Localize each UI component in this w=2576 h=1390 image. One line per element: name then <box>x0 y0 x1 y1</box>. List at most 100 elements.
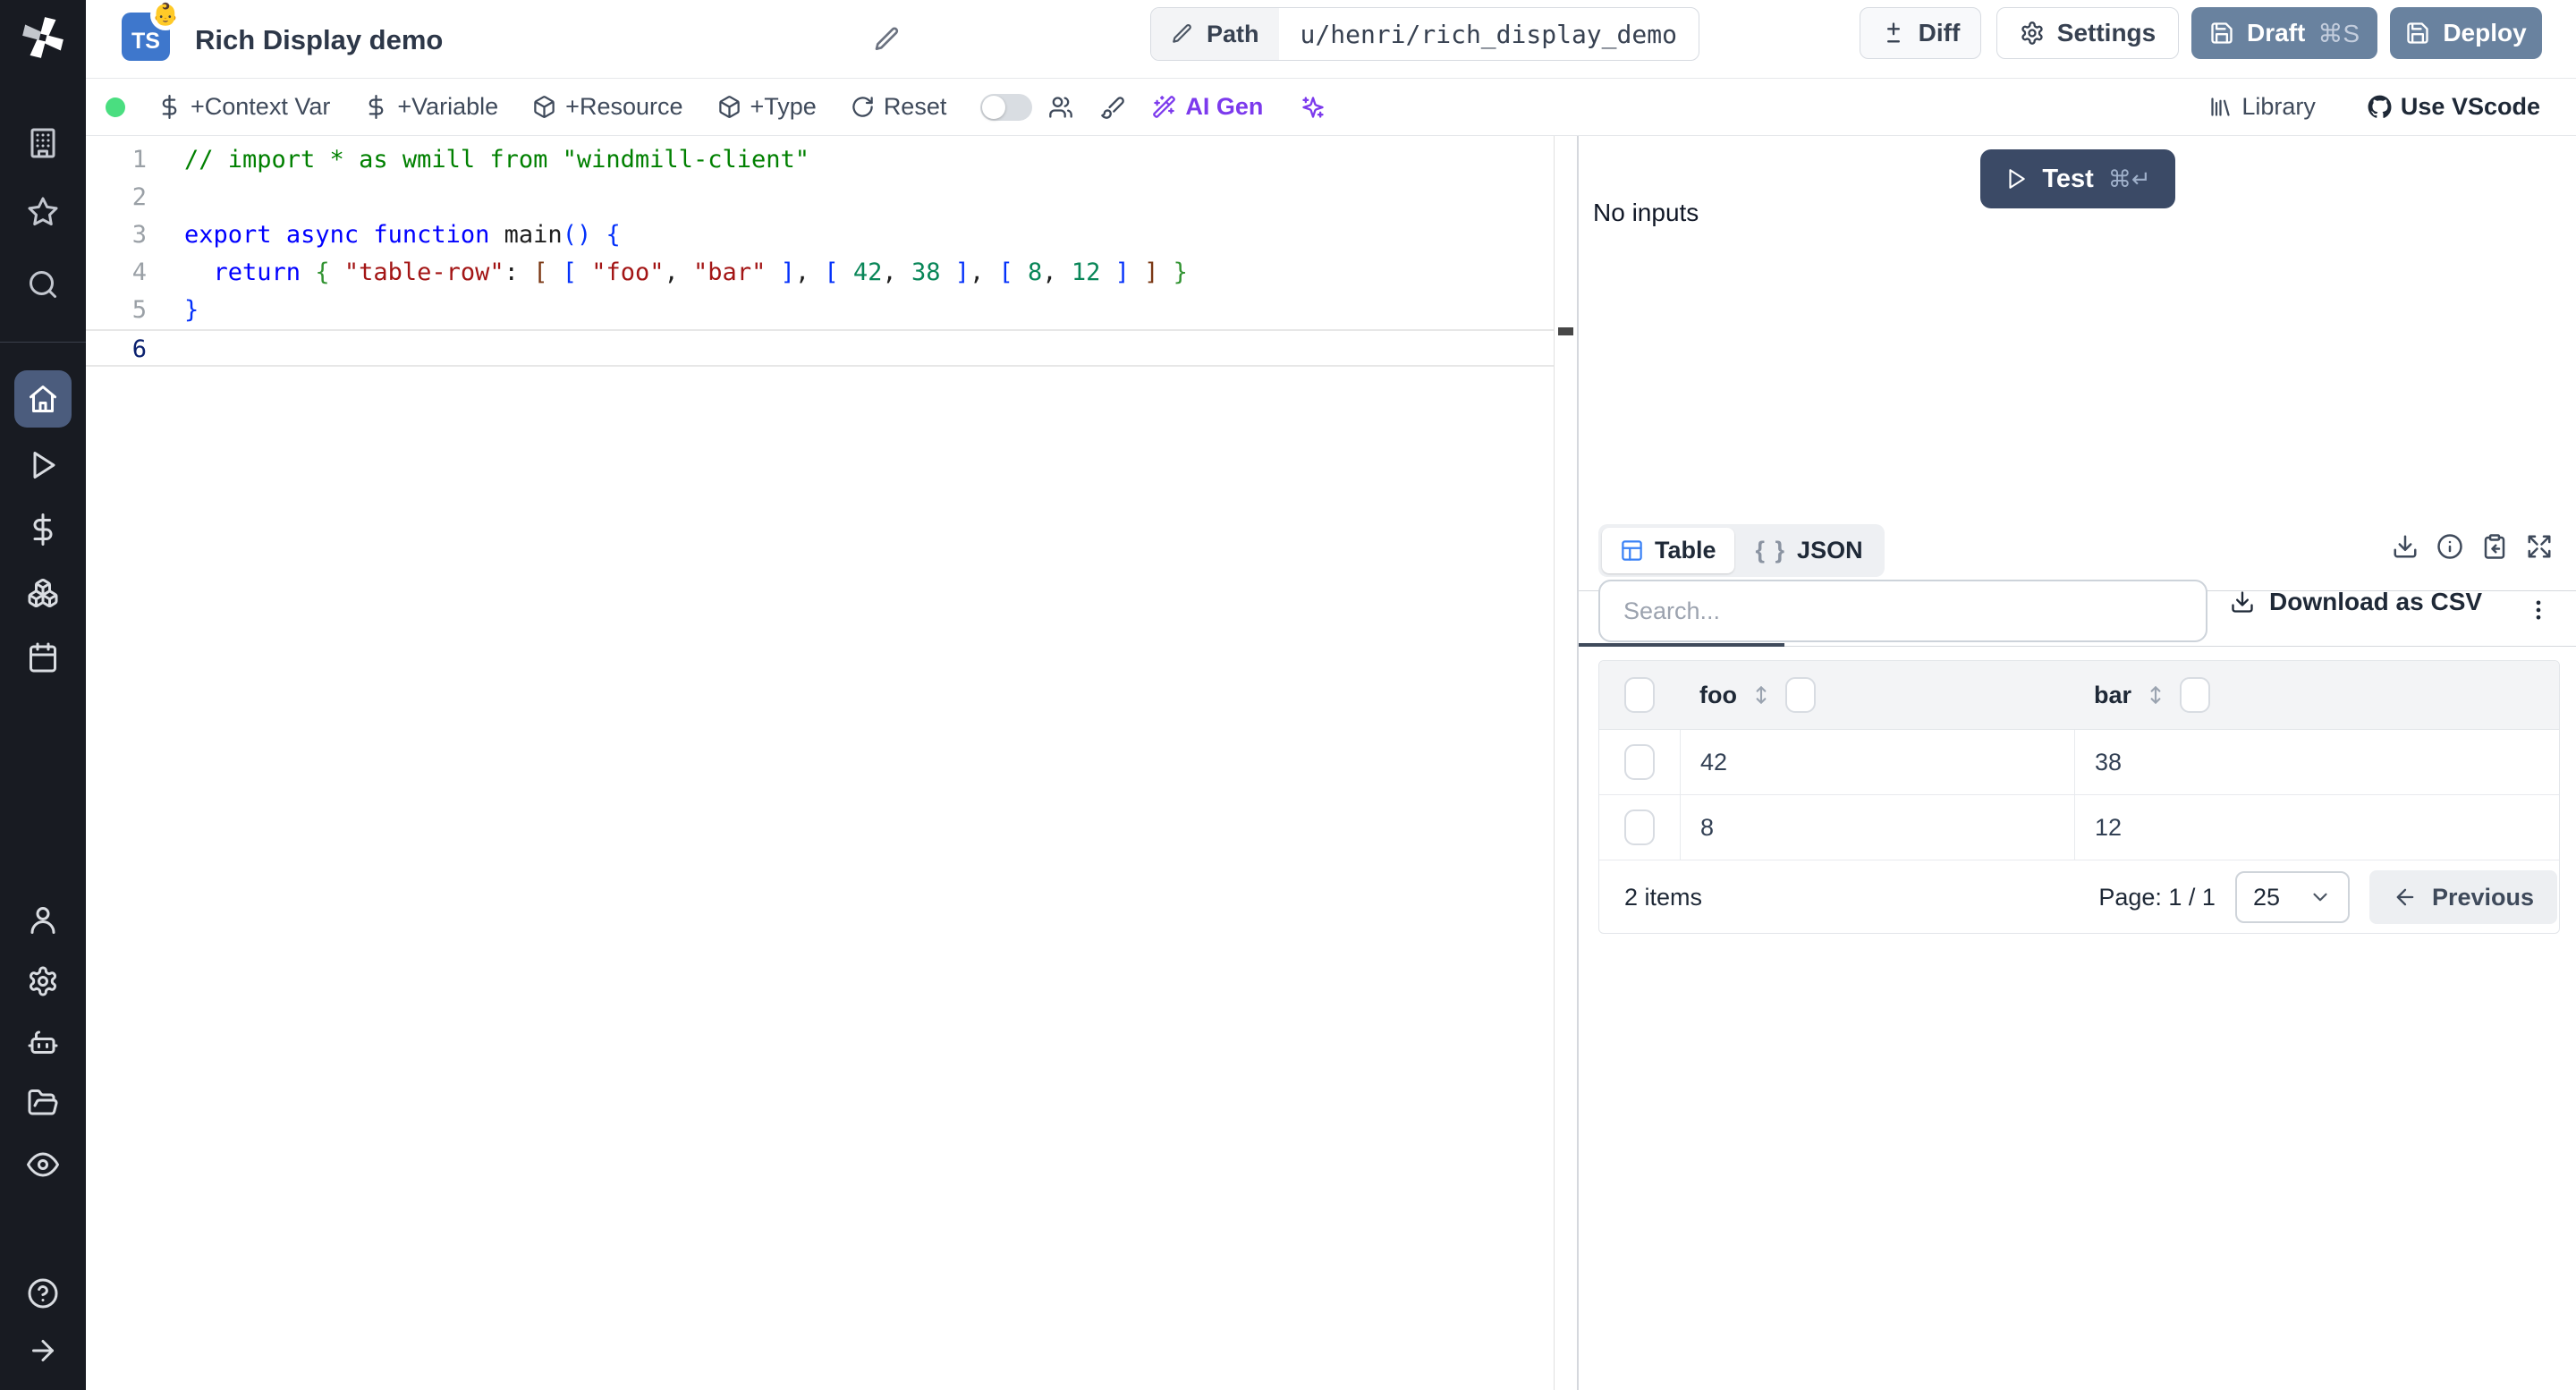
typescript-badge: TS 👶 <box>122 0 181 61</box>
diff-button[interactable]: Diff <box>1860 7 1981 59</box>
typescript-badge-label: TS <box>131 29 160 54</box>
settings-button[interactable]: Settings <box>1996 7 2179 59</box>
editor-line[interactable]: 6 <box>86 329 1554 367</box>
table-header-row: foo bar <box>1599 661 2559 730</box>
code-text: } <box>184 296 199 324</box>
download-csv-button[interactable]: Download as CSV <box>2230 588 2482 616</box>
page-size-select[interactable]: 25 <box>2234 871 2350 923</box>
sparkles-icon[interactable] <box>1301 95 1326 120</box>
refresh-icon <box>852 97 873 117</box>
sidebar-item-home[interactable] <box>14 370 72 428</box>
help-icon[interactable] <box>27 1277 59 1309</box>
test-shortcut: ⌘↵ <box>2107 165 2151 192</box>
sidebar <box>0 0 86 1390</box>
draft-shortcut: ⌘S <box>2318 19 2360 47</box>
cell-foo: 8 <box>1680 795 2074 860</box>
sort-icon[interactable] <box>2144 682 2167 708</box>
diff-mode-toggle[interactable] <box>980 93 1033 121</box>
previous-page-button[interactable]: Previous <box>2368 870 2557 924</box>
expand-result-icon[interactable] <box>2526 533 2553 560</box>
workers-icon[interactable] <box>27 1027 59 1059</box>
table-row[interactable]: 42 38 <box>1599 730 2559 795</box>
emoji-badge: 👶 <box>150 0 181 30</box>
save-icon <box>2211 22 2233 44</box>
sidebar-divider <box>0 342 86 343</box>
row-checkbox[interactable] <box>1624 809 1655 845</box>
column-header-bar[interactable]: bar <box>2094 682 2131 709</box>
deploy-button[interactable]: Deploy <box>2390 7 2542 59</box>
resources-icon[interactable] <box>27 577 59 609</box>
user-icon[interactable] <box>27 904 59 937</box>
path-button[interactable]: Path u/henri/rich_display_demo <box>1150 7 1699 61</box>
editor-line[interactable]: 1 // import * as wmill from "windmill-cli… <box>86 141 1554 179</box>
row-checkbox[interactable] <box>1624 744 1655 780</box>
download-icon <box>2232 591 2253 613</box>
edit-title-icon[interactable] <box>873 25 902 54</box>
code-text: // import * as wmill from "windmill-clie… <box>184 146 809 174</box>
select-all-checkbox[interactable] <box>1624 677 1655 713</box>
line-number: 1 <box>131 146 147 174</box>
schedules-icon[interactable] <box>27 641 59 674</box>
view-table-button[interactable]: Table <box>1602 528 1734 573</box>
view-json-button[interactable]: { } JSON <box>1738 528 1881 573</box>
result-table: foo bar 42 38 8 12 2 items Page: 1 / 1 25 <box>1598 660 2560 934</box>
dollar-icon <box>369 95 384 119</box>
page-title: Rich Display demo <box>195 24 444 55</box>
header: TS 👶 Rich Display demo Path u/henri/rich… <box>86 0 2576 79</box>
workspace-icon[interactable] <box>27 127 59 159</box>
download-result-icon[interactable] <box>2392 533 2419 560</box>
draft-button[interactable]: Draft ⌘S <box>2191 7 2377 59</box>
edit-path-icon <box>1173 24 1191 43</box>
code-editor[interactable]: 1 // import * as wmill from "windmill-cli… <box>86 136 1554 1390</box>
editor-line[interactable]: 3 export async function main() { <box>86 216 1554 254</box>
editor-overview-ruler[interactable] <box>1554 136 1577 1390</box>
search-input[interactable] <box>1598 580 2207 642</box>
test-button[interactable]: Test ⌘↵ <box>1980 149 2175 208</box>
github-icon <box>2368 95 2392 118</box>
search-icon[interactable] <box>27 268 59 301</box>
editor-line[interactable]: 4 return { "table-row": [ [ "foo", "bar"… <box>86 254 1554 292</box>
collaborators-icon[interactable] <box>1048 95 1073 120</box>
ai-gen-button[interactable]: AI Gen <box>1152 93 1263 121</box>
windmill-logo[interactable] <box>18 13 68 63</box>
settings-icon[interactable] <box>27 965 59 997</box>
braces-icon: { } <box>1755 537 1787 564</box>
table-footer: 2 items Page: 1 / 1 25 Previous <box>1599 860 2559 933</box>
chevron-down-icon <box>2313 893 2327 902</box>
runs-icon[interactable] <box>27 449 59 481</box>
column-checkbox-bar[interactable] <box>2180 677 2211 713</box>
cell-bar: 38 <box>2074 730 2559 794</box>
column-header-foo[interactable]: foo <box>1699 682 1737 709</box>
add-variable-button[interactable]: +Variable <box>364 93 498 121</box>
copy-result-icon[interactable] <box>2481 533 2508 560</box>
path-label: Path <box>1207 20 1259 47</box>
audit-icon[interactable] <box>27 1148 59 1181</box>
expand-sidebar-icon[interactable] <box>27 1335 59 1367</box>
cursor-position-marker <box>1558 327 1573 335</box>
add-type-button[interactable]: +Type <box>717 93 817 121</box>
add-resource-button[interactable]: +Resource <box>532 93 683 121</box>
dollar-icon <box>162 95 177 119</box>
view-mode-switch: Table { } JSON <box>1598 524 1885 577</box>
code-text: export async function main() { <box>184 221 621 249</box>
status-dot <box>106 97 125 117</box>
add-context-var-button[interactable]: +Context Var <box>157 93 330 121</box>
folders-icon[interactable] <box>27 1087 59 1119</box>
format-icon[interactable] <box>1100 95 1125 120</box>
page-indicator: Page: 1 / 1 <box>2098 883 2216 911</box>
line-number: 6 <box>131 335 147 363</box>
column-checkbox-foo[interactable] <box>1784 677 1816 713</box>
table-menu-button[interactable] <box>2525 590 2552 630</box>
variables-icon[interactable] <box>27 513 59 546</box>
use-vscode-button[interactable]: Use VScode <box>2368 93 2540 121</box>
sort-icon[interactable] <box>1750 682 1773 708</box>
reset-button[interactable]: Reset <box>851 93 946 121</box>
table-row[interactable]: 8 12 <box>1599 795 2559 860</box>
editor-line[interactable]: 5} <box>86 292 1554 329</box>
editor-line[interactable]: 2 <box>86 179 1554 216</box>
library-button[interactable]: Library <box>2208 93 2316 121</box>
cell-bar: 12 <box>2074 795 2559 860</box>
info-icon[interactable] <box>2436 533 2463 560</box>
favorites-icon[interactable] <box>27 196 59 228</box>
play-icon <box>2009 169 2026 189</box>
